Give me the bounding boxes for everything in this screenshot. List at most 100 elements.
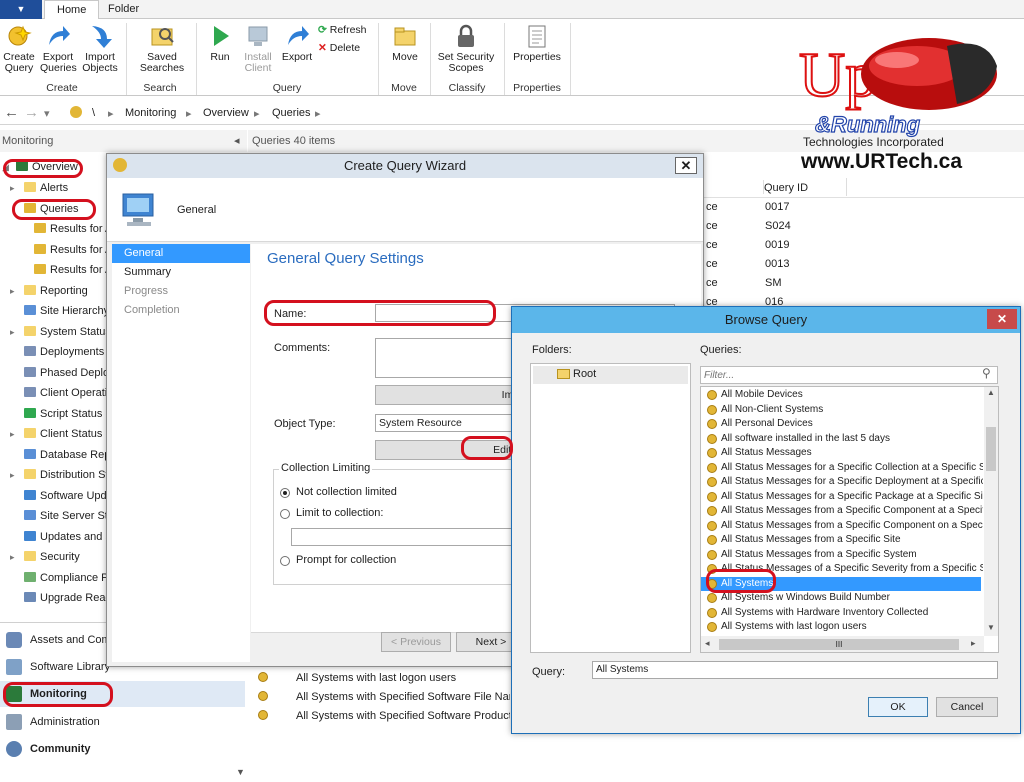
- collapse-pane-icon[interactable]: ◂: [234, 134, 240, 147]
- nav-item-client-status[interactable]: ▸ Client Status: [10, 424, 102, 444]
- nav-item-deployments[interactable]: Deployments: [24, 342, 104, 362]
- wizard-close-button[interactable]: ✕: [675, 157, 697, 174]
- nav-item-results-for-a[interactable]: Results for A: [34, 240, 112, 260]
- radio-not-limited[interactable]: [280, 488, 290, 498]
- query-list-item[interactable]: All Status Messages from a Specific Comp…: [701, 504, 983, 519]
- nav-item-script-status[interactable]: Script Status: [24, 404, 102, 424]
- collapsed-chevron-icon[interactable]: ▸: [10, 322, 15, 342]
- nav-item-phased-deploy[interactable]: Phased Deploy: [24, 363, 115, 383]
- breadcrumb-root[interactable]: \: [92, 107, 95, 119]
- query-list-item[interactable]: All Status Messages from a Specific Site: [701, 533, 981, 548]
- query-value-input[interactable]: All Systems: [592, 661, 998, 679]
- collapsed-chevron-icon[interactable]: ▸: [10, 281, 15, 301]
- query-list-item[interactable]: All Personal Devices: [701, 417, 981, 432]
- nav-item-software-upda[interactable]: Software Upda: [24, 486, 113, 506]
- query-list-item[interactable]: All Status Messages for a Specific Colle…: [701, 461, 983, 476]
- horizontal-scrollbar[interactable]: ◂ III ▸: [701, 636, 984, 652]
- nav-item-alerts[interactable]: ▸ Alerts: [10, 178, 68, 198]
- nav-item-system-status[interactable]: ▸ System Status: [10, 322, 111, 342]
- query-list-item[interactable]: All Non-Client Systems: [701, 403, 981, 418]
- scroll-right-icon[interactable]: ▸: [971, 638, 976, 649]
- collapsed-chevron-icon[interactable]: ▸: [10, 424, 15, 444]
- back-arrow-icon[interactable]: ←: [4, 104, 19, 121]
- query-list-item[interactable]: All Status Messages for a Specific Deplo…: [701, 475, 983, 490]
- scroll-up-icon[interactable]: ▲: [987, 388, 995, 397]
- export-queries-button[interactable]: Export Queries: [40, 23, 77, 74]
- application-menu-button[interactable]: ▼: [0, 0, 42, 19]
- run-label: Run: [210, 51, 230, 63]
- vertical-scroll-thumb[interactable]: [986, 427, 996, 471]
- nav-item-label: Script Status: [40, 408, 103, 420]
- query-list-item[interactable]: All Status Messages for a Specific Packa…: [701, 490, 983, 505]
- vertical-scrollbar[interactable]: ▲ ▼: [984, 387, 998, 636]
- scroll-down-icon[interactable]: ▼: [236, 767, 245, 777]
- wizard-step-summary[interactable]: Summary: [112, 263, 250, 282]
- workspace-software-library-label: Software Library: [30, 661, 111, 673]
- logo-tagline: Technologies Incorporated: [803, 135, 944, 149]
- install-client-button[interactable]: Install Client: [240, 23, 276, 74]
- refresh-button[interactable]: ⟳ Refresh: [318, 23, 367, 37]
- tab-folder[interactable]: Folder: [96, 0, 151, 19]
- nav-item-database-repl[interactable]: Database Repl: [24, 445, 113, 465]
- create-query-button[interactable]: Create Query: [2, 23, 36, 74]
- set-security-scopes-button[interactable]: Set Security Scopes: [436, 23, 496, 74]
- workspace-administration[interactable]: Administration: [0, 709, 245, 735]
- breadcrumb-queries[interactable]: Queries: [272, 107, 311, 119]
- query-list-item[interactable]: All Mobile Devices: [701, 388, 981, 403]
- nav-item-upgrade-read[interactable]: Upgrade Read: [24, 588, 112, 608]
- history-chevron-icon[interactable]: ▾: [44, 107, 50, 120]
- radio-limit-to-collection[interactable]: [280, 509, 290, 519]
- workspace-community[interactable]: Community: [0, 736, 245, 762]
- nav-item-compliance-po[interactable]: Compliance Po: [24, 568, 115, 588]
- scroll-left-icon[interactable]: ◂: [705, 638, 710, 649]
- previous-button[interactable]: < Previous: [381, 632, 451, 652]
- saved-searches-button[interactable]: Saved Searches: [134, 23, 190, 74]
- collapsed-chevron-icon[interactable]: ▸: [10, 465, 15, 485]
- table-row[interactable]: All Systems with last logon users: [258, 672, 510, 684]
- breadcrumb-monitoring[interactable]: Monitoring: [125, 107, 176, 119]
- logo-website: www.URTech.ca: [800, 150, 962, 173]
- forward-arrow-icon[interactable]: →: [24, 104, 39, 121]
- folder-root[interactable]: Root: [533, 366, 688, 384]
- nav-item-client-operati[interactable]: Client Operati: [24, 383, 107, 403]
- query-list-item[interactable]: All Status Messages from a Specific Comp…: [701, 519, 983, 534]
- scroll-down-icon[interactable]: ▼: [987, 623, 995, 632]
- query-icon: [707, 622, 717, 632]
- nav-item-distribution-st[interactable]: ▸ Distribution St: [10, 465, 108, 485]
- export-button[interactable]: Export: [279, 23, 315, 63]
- filter-input[interactable]: [700, 366, 998, 384]
- nav-item-reporting[interactable]: ▸ Reporting: [10, 281, 88, 301]
- properties-button[interactable]: Properties: [510, 23, 564, 63]
- column-type[interactable]: [704, 180, 764, 194]
- table-row[interactable]: All Systems with Specified Software Prod…: [258, 710, 510, 722]
- tab-home[interactable]: Home: [44, 0, 100, 20]
- query-list-item[interactable]: All Status Messages: [701, 446, 981, 461]
- delete-button[interactable]: ✕ Delete: [318, 41, 360, 55]
- query-list-item[interactable]: All Status Messages from a Specific Syst…: [701, 548, 981, 563]
- cancel-button[interactable]: Cancel: [936, 697, 998, 717]
- nav-item-site-server-sta[interactable]: Site Server Sta: [24, 506, 114, 526]
- nav-item-updates-and-s[interactable]: Updates and S: [24, 527, 113, 547]
- folders-label: Folders:: [532, 344, 572, 356]
- query-list-item[interactable]: All software installed in the last 5 day…: [701, 432, 981, 447]
- run-button[interactable]: Run: [205, 23, 235, 63]
- collapsed-chevron-icon[interactable]: ▸: [10, 178, 15, 198]
- nav-item-results-for-a[interactable]: Results for A: [34, 219, 112, 239]
- ok-button[interactable]: OK: [868, 697, 928, 717]
- nav-item-results-for-a[interactable]: Results for A: [34, 260, 112, 280]
- nav-item-security[interactable]: ▸ Security: [10, 547, 80, 567]
- table-row[interactable]: All Systems with Specified Software File…: [258, 691, 510, 703]
- column-query-id[interactable]: Query ID: [764, 182, 808, 194]
- radio-prompt[interactable]: [280, 556, 290, 566]
- browse-close-button[interactable]: ✕: [987, 309, 1017, 329]
- move-button[interactable]: Move: [386, 23, 424, 63]
- query-list-item[interactable]: All Systems with last logon users: [701, 620, 981, 635]
- horizontal-scroll-thumb[interactable]: III: [719, 639, 959, 650]
- breadcrumb-overview[interactable]: Overview: [203, 107, 249, 119]
- collapsed-chevron-icon[interactable]: ▸: [10, 547, 15, 567]
- query-list-item[interactable]: All Systems w Windows Build Number: [701, 591, 981, 606]
- import-objects-button[interactable]: Import Objects: [80, 23, 120, 74]
- query-list-item[interactable]: All Systems with Hardware Inventory Coll…: [701, 606, 981, 621]
- wizard-step-general[interactable]: General: [112, 244, 250, 263]
- nav-item-site-hierarchy[interactable]: Site Hierarchy: [24, 301, 109, 321]
